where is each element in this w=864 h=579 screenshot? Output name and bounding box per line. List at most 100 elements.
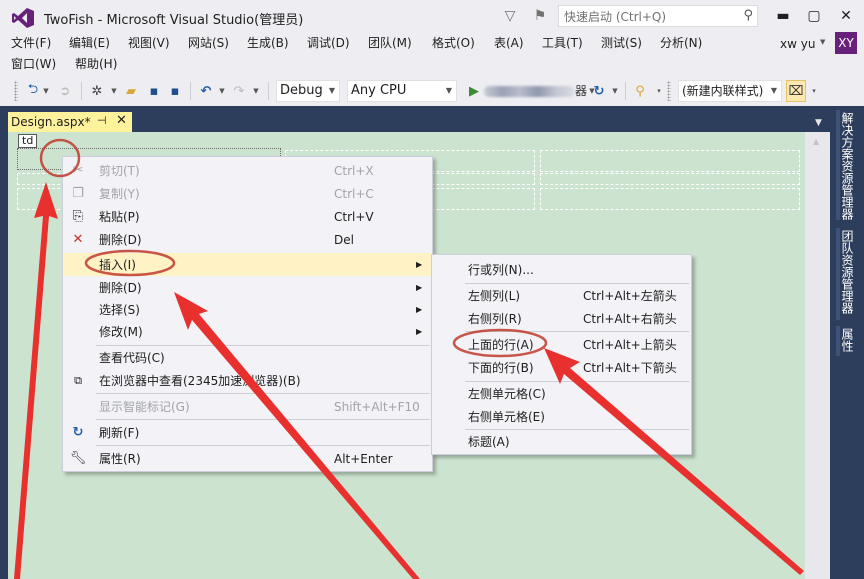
browser-icon: ⧉ (74, 373, 82, 387)
menu-analyze[interactable]: 分析(N) (658, 33, 704, 53)
menu-edit[interactable]: 编辑(E) (67, 33, 112, 53)
open-file-icon[interactable]: ▰ (122, 81, 140, 101)
platform-value: Any CPU (351, 83, 407, 98)
submenu-item-column-left[interactable]: 左侧列(L) Ctrl+Alt+左箭头 (433, 284, 690, 307)
new-project-icon[interactable]: ✲ (88, 81, 106, 101)
refresh-icon: ↻ (72, 425, 84, 440)
refresh-browser-icon[interactable]: ↻ (590, 81, 608, 101)
search-icon[interactable]: ⚲ (743, 8, 753, 23)
menu-build[interactable]: 生成(B) (245, 33, 291, 53)
submenu-item-caption[interactable]: 标题(A) (433, 430, 690, 453)
run-target-suffix[interactable]: 器 (575, 82, 587, 100)
toolbar-overflow-icon[interactable]: ▾ (655, 82, 663, 100)
toolbar-separator (625, 82, 626, 100)
table-cell[interactable] (540, 173, 800, 185)
user-name[interactable]: xw yu (780, 35, 815, 53)
menu-item-select[interactable]: 选择(S) ▶ (64, 298, 431, 321)
close-window-button[interactable]: ✕ (832, 4, 860, 28)
redo-icon[interactable]: ↷ (230, 81, 248, 101)
close-icon[interactable]: ✕ (116, 113, 127, 128)
notification-filter-icon[interactable]: ▽ (500, 6, 520, 26)
menu-item-view-code[interactable]: 查看代码(C) (64, 346, 431, 369)
navigate-back-icon[interactable]: ⮌ (24, 81, 42, 101)
minimize-button[interactable]: ▬ (769, 4, 797, 28)
save-all-icon[interactable]: ▪ (166, 81, 184, 101)
new-dropdown-icon[interactable]: ▼ (110, 82, 118, 100)
avatar[interactable]: XY (835, 32, 857, 54)
side-tab-team-explorer[interactable]: 团队资源管理器 (836, 228, 858, 320)
submenu-item-row-below[interactable]: 下面的行(B) Ctrl+Alt+下箭头 (433, 356, 690, 379)
menu-item-copy[interactable]: ❐ 复制(Y) Ctrl+C (64, 182, 431, 205)
scissors-icon: ✂ (72, 163, 84, 178)
submenu-item-cell-right[interactable]: 右侧单元格(E) (433, 405, 690, 428)
submenu-arrow-icon: ▶ (416, 305, 423, 314)
undo-dropdown-icon[interactable]: ▼ (218, 82, 226, 100)
toolbar-separator (190, 82, 191, 100)
menu-debug[interactable]: 调试(D) (305, 33, 352, 53)
menu-test[interactable]: 测试(S) (599, 33, 644, 53)
toolbar-overflow-icon[interactable]: ▾ (810, 82, 818, 100)
menu-item-delete-submenu[interactable]: 删除(D) ▶ (64, 276, 431, 299)
toolbar-grip[interactable] (667, 81, 671, 101)
vertical-scrollbar[interactable]: ▲ (805, 132, 830, 579)
menu-view[interactable]: 视图(V) (126, 33, 172, 53)
platform-combo[interactable]: Any CPU ▼ (347, 80, 457, 102)
design-view-icon[interactable]: ⌧ (786, 80, 806, 102)
standard-toolbar: ⮌ ▼ ➲ ✲ ▼ ▰ ▪ ▪ ↶ ▼ ↷ ▼ Debug ▼ Any CPU … (0, 78, 864, 104)
menu-item-cut[interactable]: ✂ 剪切(T) Ctrl+X (64, 159, 431, 182)
tab-overflow-icon[interactable]: ▼ (815, 118, 822, 128)
menu-item-show-smart-tag[interactable]: 显示智能标记(G) Shift+Alt+F10 (64, 395, 431, 418)
redo-dropdown-icon[interactable]: ▼ (252, 82, 260, 100)
menu-item-insert[interactable]: 插入(I) ▶ (64, 253, 431, 276)
submenu-item-cell-left[interactable]: 左侧单元格(C) (433, 382, 690, 405)
menu-item-properties[interactable]: 🔧︎ 属性(R) Alt+Enter (64, 447, 431, 470)
maximize-button[interactable]: ▢ (800, 4, 828, 28)
chevron-down-icon: ▼ (328, 86, 335, 95)
submenu-item-rows-or-columns[interactable]: 行或列(N)... (433, 258, 690, 281)
start-debug-icon[interactable]: ▶ (465, 81, 483, 101)
toolbar-grip[interactable] (14, 81, 18, 101)
navigate-forward-icon[interactable]: ➲ (56, 81, 74, 101)
save-icon[interactable]: ▪ (145, 81, 163, 101)
delete-x-icon: ✕ (72, 232, 84, 247)
menu-tools[interactable]: 工具(T) (540, 33, 585, 53)
refresh-dropdown-icon[interactable]: ▼ (611, 82, 619, 100)
menu-file[interactable]: 文件(F) (9, 33, 53, 53)
back-dropdown-icon[interactable]: ▼ (42, 82, 50, 100)
undo-icon[interactable]: ↶ (197, 81, 215, 101)
style-value: (新建内联样式) (682, 84, 764, 98)
pin-icon[interactable]: ⊣ (97, 114, 107, 127)
browser-link-icon[interactable]: ⚲ (631, 81, 649, 101)
quick-launch-input[interactable]: 快速启动 (Ctrl+Q) ⚲ (558, 5, 758, 27)
submenu-item-column-right[interactable]: 右侧列(R) Ctrl+Alt+右箭头 (433, 307, 690, 330)
menu-format[interactable]: 格式(O) (430, 33, 477, 53)
side-tab-properties[interactable]: 属性 (836, 326, 858, 356)
scroll-up-icon[interactable]: ▲ (813, 137, 819, 146)
submenu-item-row-above[interactable]: 上面的行(A) Ctrl+Alt+上箭头 (433, 333, 690, 356)
feedback-icon[interactable]: ⚑ (530, 6, 550, 26)
configuration-combo[interactable]: Debug ▼ (276, 80, 340, 102)
user-dropdown-icon[interactable]: ▼ (820, 38, 825, 46)
menu-help[interactable]: 帮助(H) (73, 54, 119, 74)
window-title: TwoFish - Microsoft Visual Studio(管理员) (44, 13, 304, 28)
submenu-arrow-icon: ▶ (416, 260, 423, 269)
style-combo[interactable]: (新建内联样式) ▼ (678, 80, 782, 102)
title-bar: TwoFish - Microsoft Visual Studio(管理员) ▽… (0, 0, 864, 33)
menu-window[interactable]: 窗口(W) (9, 54, 58, 74)
context-menu: ✂ 剪切(T) Ctrl+X ❐ 复制(Y) Ctrl+C ⎘ 粘贴(P) Ct… (62, 156, 433, 472)
toolbar-separator (81, 82, 82, 100)
menu-team[interactable]: 团队(M) (366, 33, 414, 53)
menu-item-view-in-browser[interactable]: ⧉ 在浏览器中查看(2345加速浏览器)(B) (64, 369, 431, 392)
menu-item-paste[interactable]: ⎘ 粘贴(P) Ctrl+V (64, 205, 431, 228)
side-tab-solution-explorer[interactable]: 解决方案资源管理器 (836, 110, 858, 220)
table-cell[interactable] (540, 188, 800, 210)
menu-item-delete[interactable]: ✕ 删除(D) Del (64, 228, 431, 251)
menu-website[interactable]: 网站(S) (186, 33, 231, 53)
insert-submenu: 行或列(N)... 左侧列(L) Ctrl+Alt+左箭头 右侧列(R) Ctr… (431, 254, 692, 455)
tab-design-aspx[interactable]: Design.aspx* ⊣ ✕ (8, 112, 132, 132)
ide-chrome: TwoFish - Microsoft Visual Studio(管理员) ▽… (0, 0, 864, 106)
menu-item-refresh[interactable]: ↻ 刷新(F) (64, 421, 431, 444)
menu-table[interactable]: 表(A) (492, 33, 526, 53)
table-cell[interactable] (540, 150, 800, 172)
menu-item-modify[interactable]: 修改(M) ▶ (64, 320, 431, 343)
